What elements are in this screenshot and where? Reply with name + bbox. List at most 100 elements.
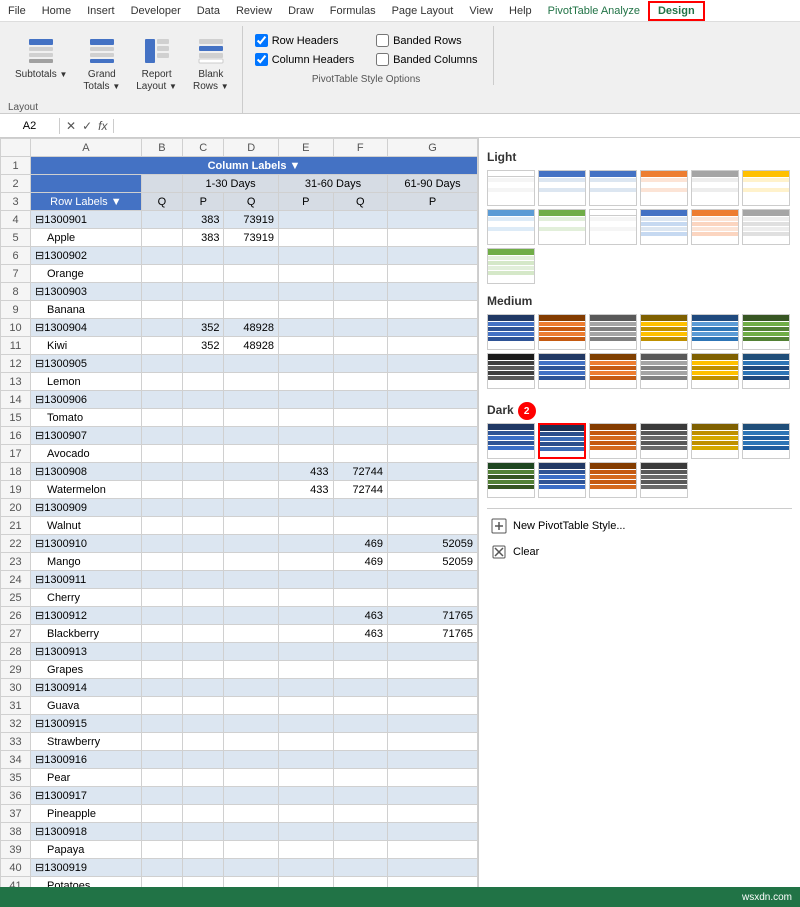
style-thumb-dark-5[interactable]: [691, 423, 739, 459]
cell: 469: [333, 535, 388, 553]
cell: [333, 877, 388, 888]
style-thumb-med-4[interactable]: [640, 314, 688, 350]
menu-data[interactable]: Data: [189, 3, 228, 19]
cell: [141, 733, 182, 751]
cancel-formula-icon[interactable]: ✕: [66, 119, 76, 133]
style-thumb-med-8[interactable]: [538, 353, 586, 389]
cell: [388, 481, 478, 499]
row-headers-checkbox-label[interactable]: Row Headers: [255, 34, 356, 47]
style-thumb-med-7[interactable]: [487, 353, 535, 389]
style-thumb-med-10[interactable]: [640, 353, 688, 389]
cell: [278, 499, 333, 517]
cell: [388, 751, 478, 769]
spreadsheet[interactable]: A B C D E F G 1 Column Labels ▼ 2: [0, 138, 478, 887]
banded-rows-checkbox-label[interactable]: Banded Rows: [376, 34, 477, 47]
menu-view[interactable]: View: [461, 3, 501, 19]
menu-developer[interactable]: Developer: [123, 3, 189, 19]
cell: [388, 499, 478, 517]
style-thumb-light-orange[interactable]: [640, 170, 688, 206]
cell: [333, 301, 388, 319]
style-thumb-med-3[interactable]: [589, 314, 637, 350]
style-thumb-light-green2[interactable]: [487, 248, 535, 284]
cell: [224, 571, 279, 589]
style-thumb-light-green[interactable]: [538, 209, 586, 245]
clear-style-button[interactable]: Clear: [487, 541, 792, 563]
menu-insert[interactable]: Insert: [79, 3, 123, 19]
table-row: 39 Papaya: [1, 841, 478, 859]
cell: [278, 643, 333, 661]
cell-a2[interactable]: [31, 175, 142, 193]
cell: [333, 661, 388, 679]
banded-cols-checkbox-label[interactable]: Banded Columns: [376, 53, 477, 66]
style-thumb-light-plain[interactable]: [487, 170, 535, 206]
style-thumb-light-1[interactable]: [538, 170, 586, 206]
style-thumb-light-orange2[interactable]: [691, 209, 739, 245]
style-thumb-dark-7[interactable]: [487, 462, 535, 498]
menu-formulas[interactable]: Formulas: [322, 3, 384, 19]
style-thumb-med-1[interactable]: [487, 314, 535, 350]
cell: [141, 769, 182, 787]
cell: [141, 445, 182, 463]
style-thumb-dark-10[interactable]: [640, 462, 688, 498]
style-thumb-light-teal[interactable]: [640, 209, 688, 245]
subtotals-button[interactable]: Subtotals ▼: [8, 30, 74, 86]
style-thumb-med-6[interactable]: [742, 314, 790, 350]
row-headers-checkbox[interactable]: [255, 34, 268, 47]
style-thumb-light-2[interactable]: [589, 170, 637, 206]
menu-file[interactable]: File: [0, 3, 34, 19]
style-thumb-med-11[interactable]: [691, 353, 739, 389]
style-thumb-dark-3[interactable]: [589, 423, 637, 459]
menu-pivot-analyze[interactable]: PivotTable Analyze: [540, 3, 648, 19]
style-thumb-light-blue2[interactable]: [487, 209, 535, 245]
cell: [183, 751, 224, 769]
banded-cols-checkbox[interactable]: [376, 53, 389, 66]
cell: [224, 733, 279, 751]
style-thumb-dark-6[interactable]: [742, 423, 790, 459]
menu-draw[interactable]: Draw: [280, 3, 322, 19]
layout-group-label: Layout: [8, 98, 236, 113]
cell: [388, 661, 478, 679]
style-thumb-light-plain2[interactable]: [589, 209, 637, 245]
confirm-formula-icon[interactable]: ✓: [82, 119, 92, 133]
cell: [224, 589, 279, 607]
table-row: 26 ⊟1300912 463 71765: [1, 607, 478, 625]
clear-icon: [491, 544, 507, 560]
cell: 73919: [224, 211, 279, 229]
style-thumb-dark-1[interactable]: [487, 423, 535, 459]
row-headers-label: Row Headers: [272, 35, 339, 47]
cell: ⊟1300903: [31, 283, 142, 301]
col-header-a: A: [31, 139, 142, 157]
menu-help[interactable]: Help: [501, 3, 540, 19]
cell: [224, 517, 279, 535]
cell: [388, 877, 478, 888]
banded-rows-checkbox[interactable]: [376, 34, 389, 47]
menu-home[interactable]: Home: [34, 3, 79, 19]
cell: [141, 841, 182, 859]
style-thumb-med-12[interactable]: [742, 353, 790, 389]
style-thumb-dark-2-selected[interactable]: [538, 423, 586, 459]
menu-design[interactable]: Design: [648, 1, 705, 21]
style-thumb-light-gray[interactable]: [691, 170, 739, 206]
style-thumb-med-9[interactable]: [589, 353, 637, 389]
report-layout-button[interactable]: ReportLayout ▼: [129, 30, 184, 98]
formula-input[interactable]: [114, 118, 800, 134]
style-thumb-dark-9[interactable]: [589, 462, 637, 498]
menu-page-layout[interactable]: Page Layout: [384, 3, 462, 19]
style-thumb-med-2[interactable]: [538, 314, 586, 350]
cell: [224, 553, 279, 571]
new-pivottable-style-button[interactable]: New PivotTable Style...: [487, 515, 792, 537]
col-headers-checkbox[interactable]: [255, 53, 268, 66]
style-thumb-light-gray2[interactable]: [742, 209, 790, 245]
cell-reference[interactable]: A2: [0, 118, 60, 134]
style-thumb-light-yellow[interactable]: [742, 170, 790, 206]
insert-function-icon[interactable]: fx: [98, 119, 107, 133]
cell: [278, 301, 333, 319]
style-thumb-dark-4[interactable]: [640, 423, 688, 459]
col-headers-checkbox-label[interactable]: Column Headers: [255, 53, 356, 66]
style-thumb-dark-8[interactable]: [538, 462, 586, 498]
menu-review[interactable]: Review: [228, 3, 280, 19]
blank-rows-button[interactable]: BlankRows ▼: [186, 30, 236, 98]
grand-totals-button[interactable]: GrandTotals ▼: [76, 30, 127, 98]
cell: [333, 769, 388, 787]
style-thumb-med-5[interactable]: [691, 314, 739, 350]
